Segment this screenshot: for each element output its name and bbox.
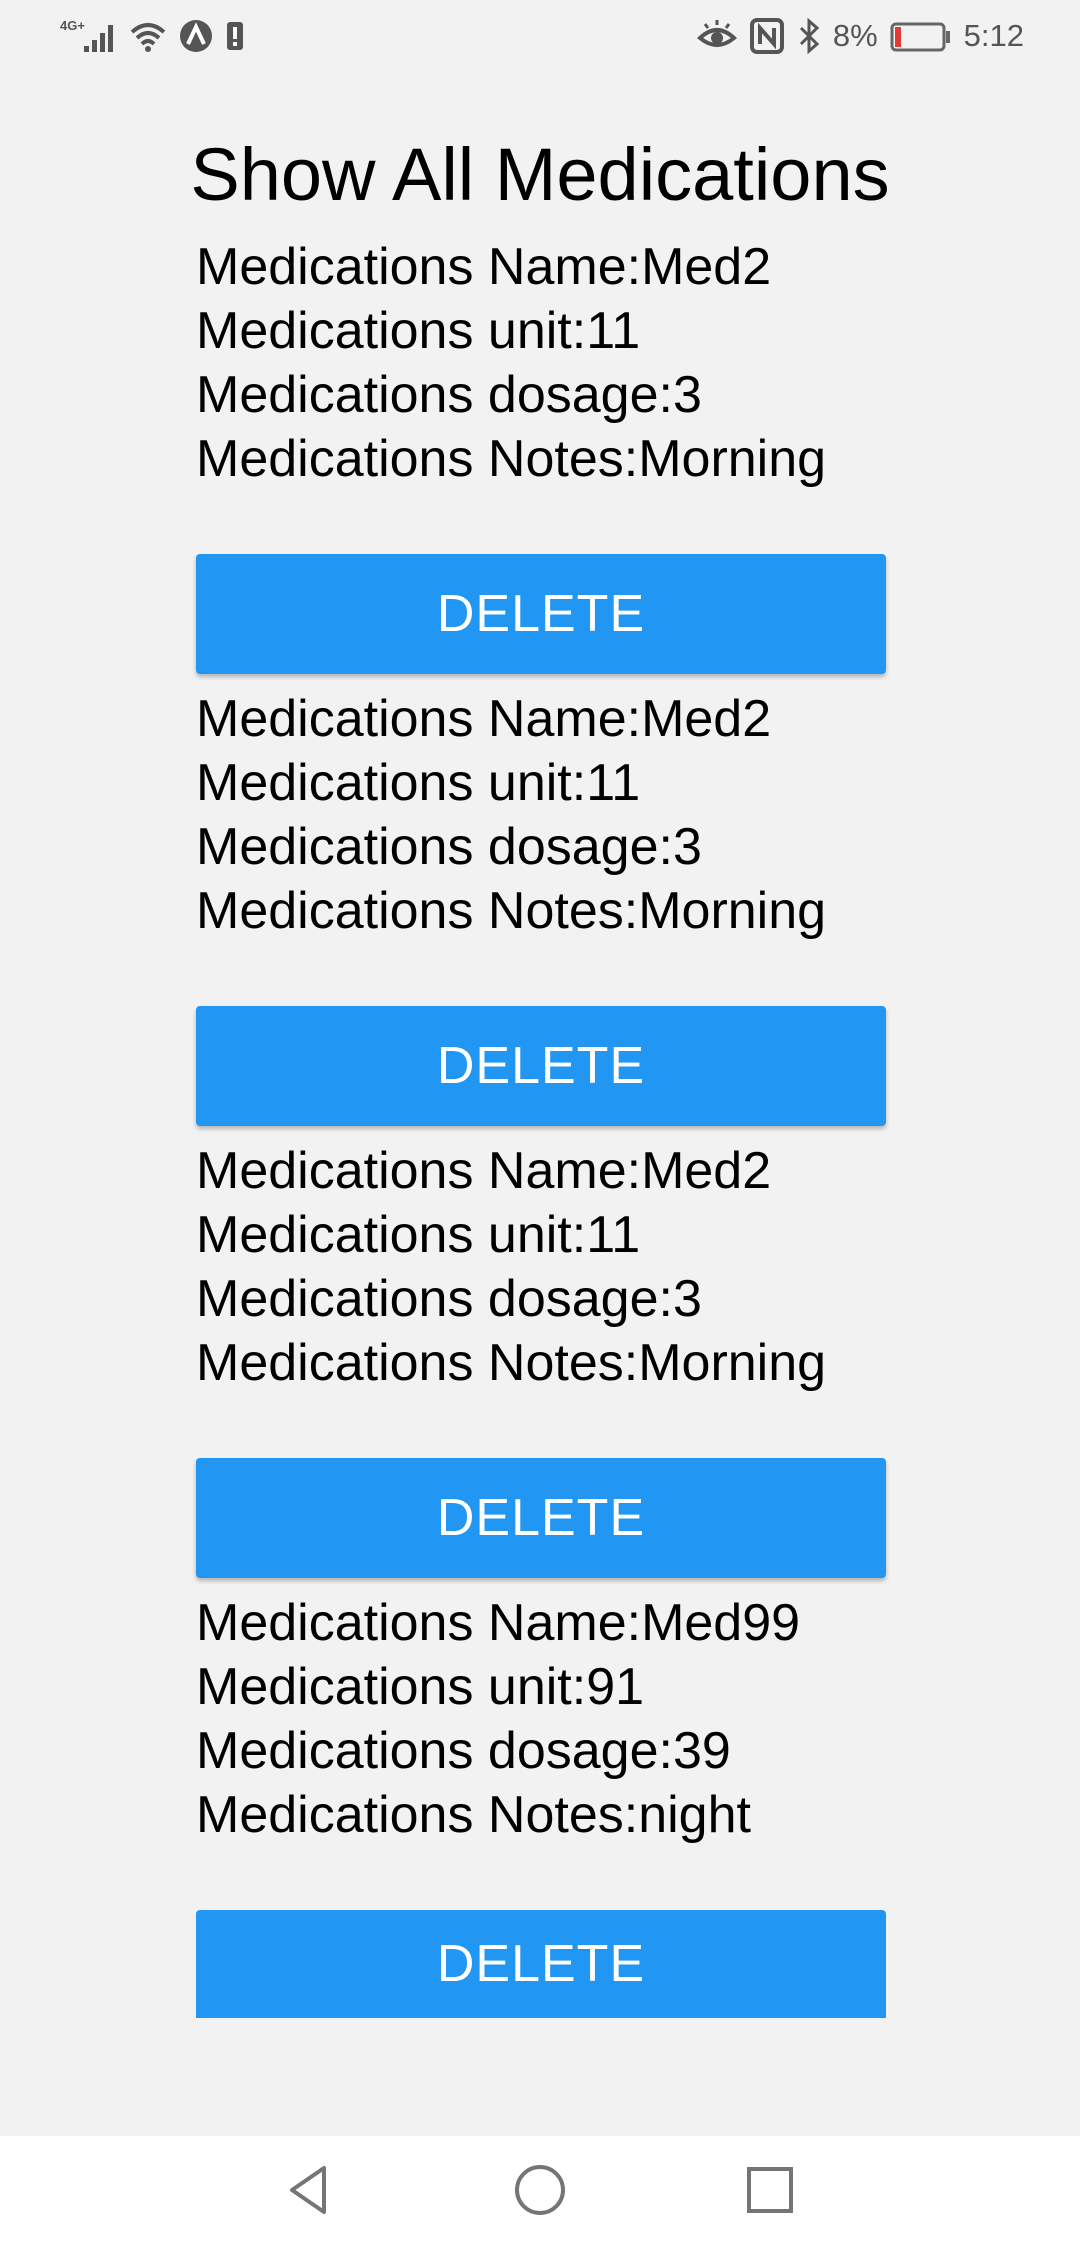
medication-unit: Medications unit:11	[196, 302, 641, 360]
nfc-icon	[749, 16, 785, 56]
medication-dosage: Medications dosage:3	[196, 1270, 702, 1328]
medication-unit: Medications unit:11	[196, 1206, 641, 1264]
medication-unit: Medications unit:91	[196, 1658, 645, 1716]
status-bar: 4G+ 8% 5:12	[0, 0, 1080, 72]
home-icon[interactable]	[512, 2162, 568, 2218]
medication-entry: Medications Name:Med2 Medications unit:1…	[196, 687, 886, 1139]
navigation-bar	[0, 2136, 1080, 2244]
delete-button[interactable]: DELETE	[196, 554, 886, 674]
medication-list: Medications Name:Med2 Medications unit:1…	[196, 235, 886, 2043]
wifi-icon	[128, 16, 168, 56]
medication-name: Medications Name:Med2	[196, 690, 772, 748]
page-title: Show All Medications	[190, 133, 890, 216]
status-bar-left: 4G+	[60, 16, 246, 56]
medication-name: Medications Name:Med2	[196, 1142, 772, 1200]
battery-percent: 8%	[832, 18, 878, 53]
network-type-label: 4G+	[60, 18, 85, 33]
medication-notes: Medications Notes:Morning	[196, 1334, 827, 1392]
medication-name: Medications Name:Med2	[196, 238, 772, 296]
medication-unit: Medications unit:11	[196, 754, 641, 812]
app-notification-icon	[178, 16, 214, 56]
medication-notes: Medications Notes:night	[196, 1786, 751, 1844]
medication-entry: Medications Name:Med99 Medications unit:…	[196, 1591, 886, 2043]
bluetooth-icon	[797, 16, 821, 56]
medication-dosage: Medications dosage:3	[196, 818, 702, 876]
medication-dosage: Medications dosage:39	[196, 1722, 731, 1780]
medication-name: Medications Name:Med99	[196, 1594, 801, 1652]
delete-button[interactable]: DELETE	[196, 1006, 886, 1126]
medication-notes: Medications Notes:Morning	[196, 430, 827, 488]
battery-icon	[890, 16, 952, 56]
delete-button[interactable]: DELETE	[196, 1458, 886, 1578]
medication-dosage: Medications dosage:3	[196, 366, 702, 424]
delete-button[interactable]: DELETE	[196, 1910, 886, 2018]
eye-comfort-icon	[696, 16, 737, 56]
sim-alert-icon	[224, 16, 246, 56]
medication-entry: Medications Name:Med2 Medications unit:1…	[196, 235, 886, 687]
status-bar-right: 8% 5:12	[696, 16, 1024, 56]
medication-notes: Medications Notes:Morning	[196, 882, 827, 940]
recents-icon[interactable]	[742, 2162, 798, 2218]
back-icon[interactable]	[282, 2162, 338, 2218]
medication-entry: Medications Name:Med2 Medications unit:1…	[196, 1139, 886, 1591]
clock-time: 5:12	[963, 18, 1024, 53]
signal-icon: 4G+	[60, 16, 118, 56]
